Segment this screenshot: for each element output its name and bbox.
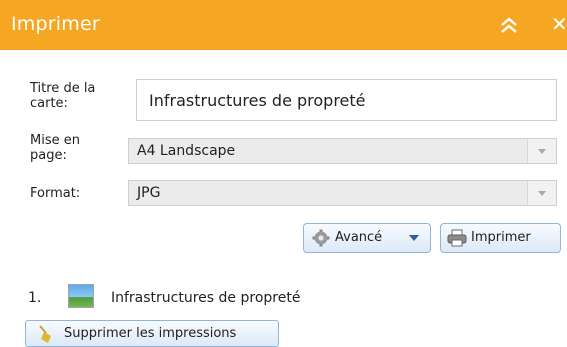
gear-icon: [312, 229, 330, 247]
print-button[interactable]: Imprimer: [440, 223, 561, 253]
close-icon[interactable]: ✕: [551, 12, 567, 36]
format-select[interactable]: JPG: [128, 180, 557, 206]
layout-select-value: A4 Landscape: [137, 143, 236, 159]
map-title-input[interactable]: [136, 79, 557, 121]
advanced-button[interactable]: Avancé: [303, 223, 431, 253]
print-link[interactable]: Infrastructures de propreté: [111, 290, 300, 306]
print-button-label: Imprimer: [471, 230, 531, 245]
format-label: Format:: [30, 186, 81, 201]
chevron-down-icon[interactable]: [527, 181, 556, 205]
printer-icon: [447, 229, 467, 247]
layout-select[interactable]: A4 Landscape: [128, 138, 557, 164]
broom-icon: [39, 325, 51, 343]
clear-prints-button[interactable]: Supprimer les impressions: [25, 320, 279, 347]
format-select-value: JPG: [137, 185, 161, 201]
double-chevron-up-icon[interactable]: [498, 15, 520, 35]
map-title-label: Titre de la carte:: [30, 81, 96, 111]
layout-label: Mise en page:: [30, 133, 80, 163]
panel-header: Imprimer ✕: [0, 0, 567, 50]
panel-title: Imprimer: [11, 13, 100, 35]
advanced-button-label: Avancé: [335, 230, 383, 245]
image-thumbnail-icon: [68, 284, 94, 308]
clear-prints-label: Supprimer les impressions: [64, 326, 237, 341]
chevron-down-icon[interactable]: [527, 139, 556, 163]
list-item-number: 1.: [28, 290, 42, 306]
caret-down-icon: [409, 235, 419, 241]
